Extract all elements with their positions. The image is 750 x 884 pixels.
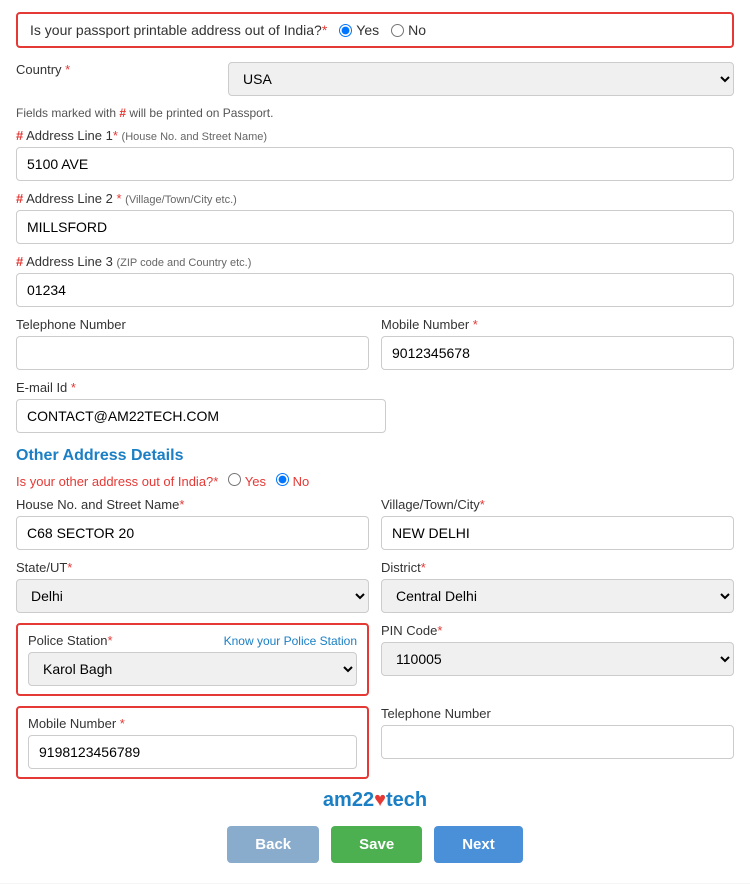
- house-village-row: House No. and Street Name* Village/Town/…: [16, 497, 734, 550]
- address-line2-label: # Address Line 2 * (Village/Town/City et…: [16, 191, 734, 206]
- police-station-select[interactable]: Karol Bagh Connaught Place Sadar Bazar: [28, 652, 357, 686]
- country-row: Country * USA India UK Canada Australia: [16, 62, 734, 96]
- state-district-row: State/UT* Delhi Maharashtra Karnataka Ta…: [16, 560, 734, 613]
- pin-code-label: PIN Code*: [381, 623, 734, 638]
- email-input[interactable]: [16, 399, 386, 433]
- other-address-question-label: Is your other address out of India?*: [16, 474, 218, 489]
- mobile2-group: Mobile Number *: [16, 706, 369, 779]
- country-label: Country *: [16, 62, 216, 77]
- village-town-group: Village/Town/City*: [381, 497, 734, 550]
- telephone-group: Telephone Number: [16, 317, 369, 370]
- mobile2-input[interactable]: [28, 735, 357, 769]
- mobile-label: Mobile Number *: [381, 317, 734, 332]
- state-group: State/UT* Delhi Maharashtra Karnataka Ta…: [16, 560, 369, 613]
- village-town-label: Village/Town/City*: [381, 497, 734, 512]
- mobile-group: Mobile Number *: [381, 317, 734, 370]
- address-line3-label: # Address Line 3 (ZIP code and Country e…: [16, 254, 734, 269]
- other-yes-label: Yes: [245, 474, 266, 489]
- police-station-header: Police Station* Know your Police Station: [28, 633, 357, 648]
- other-address-question: Is your other address out of India?* Yes…: [16, 473, 734, 489]
- telephone-input[interactable]: [16, 336, 369, 370]
- country-select[interactable]: USA India UK Canada Australia: [228, 62, 734, 96]
- address-line3-row: # Address Line 3 (ZIP code and Country e…: [16, 254, 734, 307]
- arrow-indicator: [744, 52, 750, 122]
- passport-yes-option[interactable]: Yes: [339, 22, 379, 38]
- email-row: E-mail Id *: [16, 380, 734, 433]
- police-station-label: Police Station*: [28, 633, 113, 648]
- address-line1-input[interactable]: [16, 147, 734, 181]
- passport-no-label: No: [408, 22, 426, 38]
- district-label: District*: [381, 560, 734, 575]
- pin-code-col: PIN Code* 110005 110001 110002: [381, 623, 734, 676]
- district-select[interactable]: Central Delhi North Delhi South Delhi Ea…: [381, 579, 734, 613]
- other-no-option[interactable]: No: [276, 473, 309, 489]
- fields-note: Fields marked with # will be printed on …: [16, 106, 734, 120]
- email-group: E-mail Id *: [16, 380, 386, 433]
- police-station-col: Police Station* Know your Police Station…: [16, 623, 369, 696]
- button-row: Back Save Next: [16, 826, 734, 863]
- other-address-title: Other Address Details: [16, 447, 734, 465]
- heart-icon: ♥: [374, 789, 386, 811]
- watermark-text2: tech: [386, 789, 427, 811]
- address-line2-row: # Address Line 2 * (Village/Town/City et…: [16, 191, 734, 244]
- mobile2-tel2-row: Mobile Number * Telephone Number: [16, 706, 734, 779]
- email-label: E-mail Id *: [16, 380, 386, 395]
- passport-question-radio-group: Yes No: [339, 22, 426, 38]
- address-line2-input[interactable]: [16, 210, 734, 244]
- tel2-col: Telephone Number: [381, 706, 734, 759]
- passport-yes-label: Yes: [356, 22, 379, 38]
- tel2-label: Telephone Number: [381, 706, 734, 721]
- back-button[interactable]: Back: [227, 826, 319, 863]
- village-town-input[interactable]: [381, 516, 734, 550]
- passport-yes-radio[interactable]: [339, 24, 352, 37]
- other-no-label: No: [293, 474, 310, 489]
- house-no-input[interactable]: [16, 516, 369, 550]
- mobile2-label: Mobile Number *: [28, 716, 357, 731]
- other-yes-option[interactable]: Yes: [228, 473, 266, 489]
- passport-question-label: Is your passport printable address out o…: [30, 22, 327, 38]
- address-line3-input[interactable]: [16, 273, 734, 307]
- state-label: State/UT*: [16, 560, 369, 575]
- tel2-input[interactable]: [381, 725, 734, 759]
- bottom-watermark: am22♥tech: [16, 789, 734, 812]
- know-police-station-link[interactable]: Know your Police Station: [224, 634, 357, 648]
- pin-code-select[interactable]: 110005 110001 110002: [381, 642, 734, 676]
- police-station-group: Police Station* Know your Police Station…: [16, 623, 369, 696]
- mobile2-col: Mobile Number *: [16, 706, 369, 779]
- address-line1-group: # Address Line 1* (House No. and Street …: [16, 128, 734, 181]
- save-button[interactable]: Save: [331, 826, 422, 863]
- passport-no-option[interactable]: No: [391, 22, 426, 38]
- district-group: District* Central Delhi North Delhi Sout…: [381, 560, 734, 613]
- passport-question-box: Is your passport printable address out o…: [16, 12, 734, 48]
- address-line1-row: # Address Line 1* (House No. and Street …: [16, 128, 734, 181]
- address-line1-label: # Address Line 1* (House No. and Street …: [16, 128, 734, 143]
- mobile-input[interactable]: [381, 336, 734, 370]
- house-no-label: House No. and Street Name*: [16, 497, 369, 512]
- country-label-group: Country *: [16, 62, 216, 77]
- other-no-radio[interactable]: [276, 473, 289, 486]
- next-button[interactable]: Next: [434, 826, 523, 863]
- country-field-group: USA India UK Canada Australia: [228, 62, 734, 96]
- telephone-label: Telephone Number: [16, 317, 369, 332]
- state-select[interactable]: Delhi Maharashtra Karnataka Tamil Nadu: [16, 579, 369, 613]
- address-line2-group: # Address Line 2 * (Village/Town/City et…: [16, 191, 734, 244]
- other-yes-radio[interactable]: [228, 473, 241, 486]
- house-no-group: House No. and Street Name*: [16, 497, 369, 550]
- police-pin-row: Police Station* Know your Police Station…: [16, 623, 734, 696]
- address-line3-group: # Address Line 3 (ZIP code and Country e…: [16, 254, 734, 307]
- tel-mobile-row: Telephone Number Mobile Number *: [16, 317, 734, 370]
- passport-no-radio[interactable]: [391, 24, 404, 37]
- watermark-text1: am22: [323, 789, 374, 811]
